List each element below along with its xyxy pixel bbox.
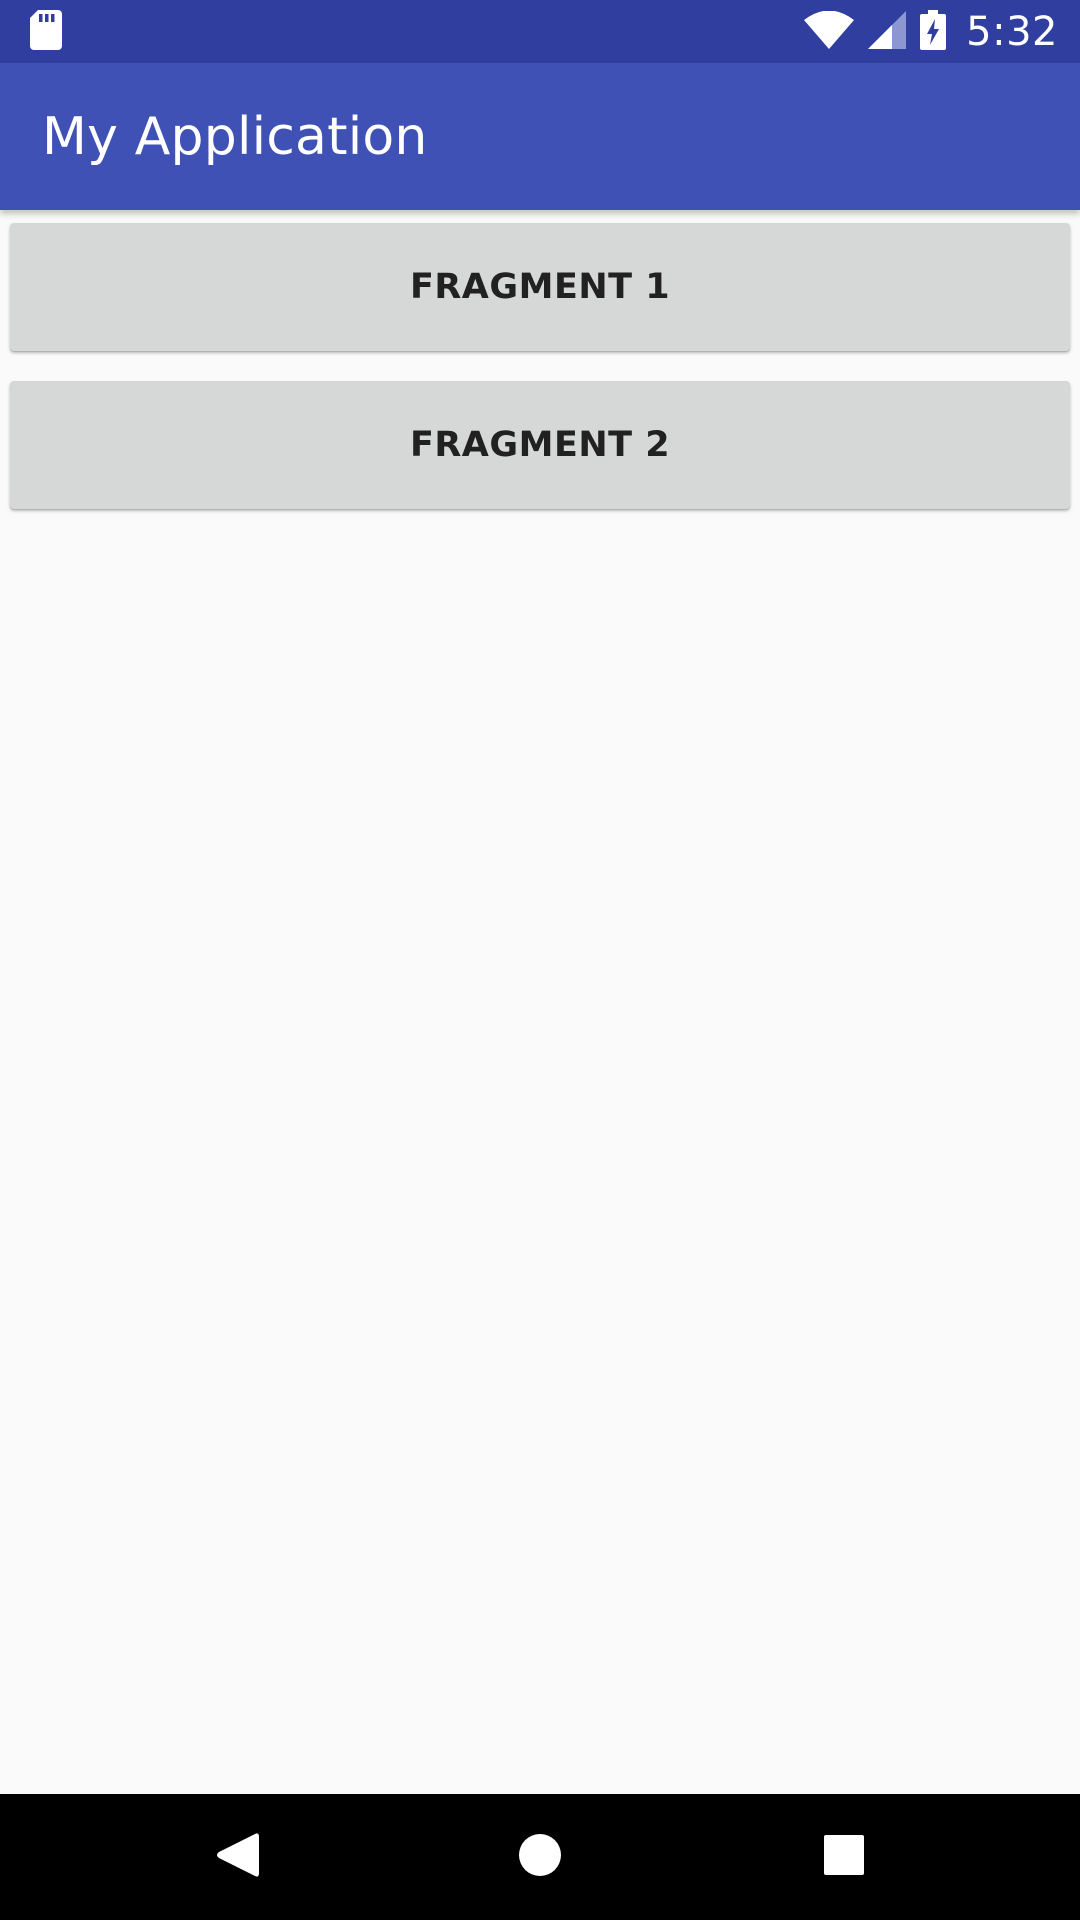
wifi-icon <box>804 10 855 53</box>
cell-signal-icon <box>868 10 907 53</box>
navigation-bar <box>0 1794 1080 1920</box>
screen: 5:32 My Application FRAGMENT 1 FRAGMENT … <box>0 0 1080 1920</box>
fragment-2-button[interactable]: FRAGMENT 2 <box>10 381 1070 509</box>
content-area: FRAGMENT 1 FRAGMENT 2 <box>0 210 1080 1794</box>
recents-icon <box>824 1835 864 1879</box>
recents-button[interactable] <box>764 1794 924 1920</box>
status-time: 5:32 <box>966 8 1058 55</box>
back-button[interactable] <box>157 1794 317 1920</box>
home-icon <box>518 1833 562 1881</box>
app-bar: My Application <box>0 63 1080 210</box>
status-left <box>30 0 64 63</box>
battery-charging-icon <box>920 9 947 54</box>
home-button[interactable] <box>460 1794 620 1920</box>
status-bar: 5:32 <box>0 0 1080 63</box>
app-title: My Application <box>42 106 428 167</box>
status-right: 5:32 <box>804 0 1058 63</box>
sd-card-icon <box>30 9 64 54</box>
back-icon <box>215 1831 259 1883</box>
fragment-1-button[interactable]: FRAGMENT 1 <box>10 223 1070 351</box>
